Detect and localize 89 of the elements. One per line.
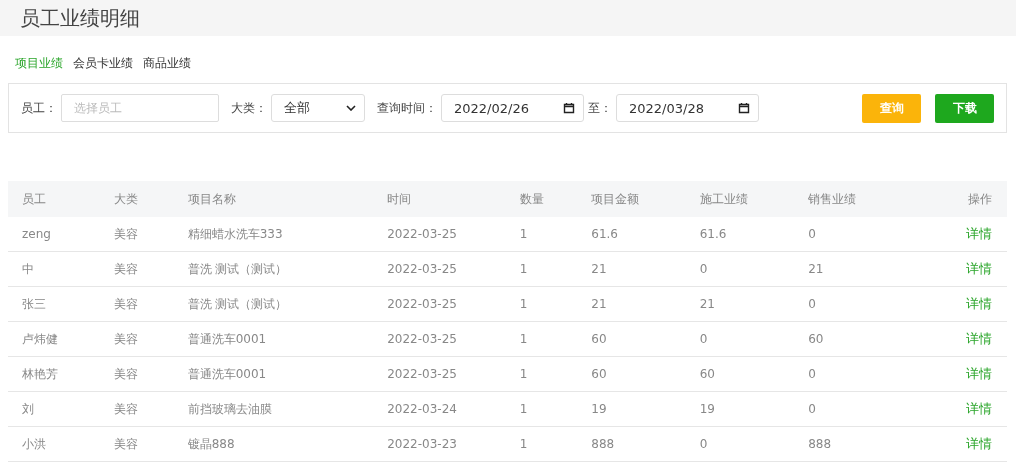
table-cell: 美容 [99, 321, 174, 357]
table-cell: 60 [577, 356, 686, 392]
table-cell: 2022-03-25 [373, 356, 506, 392]
table-cell: 1 [505, 217, 578, 252]
table-cell: 19 [577, 391, 686, 427]
calendar-icon[interactable] [563, 102, 575, 114]
table-cell: 美容 [99, 356, 174, 392]
table-cell: 60 [685, 356, 795, 392]
field-label: 员工： [21, 99, 57, 117]
table-cell: 0 [794, 217, 916, 252]
page-title: 员工业绩明细 [20, 4, 140, 32]
query-button[interactable]: 查询 [862, 93, 921, 123]
chevron-down-icon [346, 105, 356, 111]
column-header: 施工业绩 [685, 181, 795, 217]
table-cell: 美容 [99, 217, 174, 252]
table-cell: 林艳芳 [8, 356, 100, 392]
table-cell: 1 [505, 286, 578, 322]
table-cell: 小洪 [8, 426, 100, 462]
table-cell: 普通洗车0001 [173, 356, 374, 392]
table-cell: 0 [685, 321, 795, 357]
table-cell: 普洗 测试（测试） [173, 251, 374, 287]
table-cell: 0 [685, 426, 795, 462]
table-cell: 2022-03-23 [373, 426, 506, 462]
date-field[interactable]: 2022/02/26 [441, 94, 584, 122]
table-cell: 888 [794, 426, 916, 462]
table-cell: 2022-03-25 [373, 321, 506, 357]
table-cell: 1 [505, 426, 578, 462]
table-cell: 美容 [99, 286, 174, 322]
table-cell: 美容 [99, 251, 174, 287]
table-cell: 888 [577, 426, 686, 462]
tab[interactable]: 会员卡业绩 [73, 55, 133, 75]
column-header: 操作 [915, 181, 1007, 217]
table-cell: 0 [685, 251, 795, 287]
table-cell: 中 [8, 251, 100, 287]
field-label: 至： [588, 99, 612, 117]
details-link[interactable]: 详情 [966, 436, 992, 451]
table-cell: 普洗 测试（测试） [173, 286, 374, 322]
table-cell: 61.6 [685, 217, 795, 252]
column-header: 数量 [505, 181, 578, 217]
tab[interactable]: 商品业绩 [143, 55, 191, 75]
table-cell: 21 [577, 286, 686, 322]
table-cell: 精细蜡水洗车333 [173, 217, 374, 252]
field-label: 查询时间： [377, 99, 437, 117]
table-cell: 60 [577, 321, 686, 357]
table-cell: 21 [685, 286, 795, 322]
column-header: 项目金额 [577, 181, 686, 217]
details-link[interactable]: 详情 [966, 401, 992, 416]
table-cell: 19 [685, 391, 795, 427]
table-cell: 卢炜健 [8, 321, 100, 357]
column-header: 时间 [373, 181, 506, 217]
table-cell: 21 [794, 251, 916, 287]
field-label: 大类： [231, 99, 267, 117]
details-link[interactable]: 详情 [966, 331, 992, 346]
table-cell: 2022-03-25 [373, 217, 506, 252]
download-button[interactable]: 下载 [935, 93, 994, 123]
table-cell: 刘 [8, 391, 100, 427]
column-header: 员工 [8, 181, 100, 217]
table-cell: 美容 [99, 426, 174, 462]
details-link[interactable]: 详情 [966, 366, 992, 381]
table-cell: 2022-03-25 [373, 251, 506, 287]
column-header: 销售业绩 [794, 181, 916, 217]
table-cell: 前挡玻璃去油膜 [173, 391, 374, 427]
table-cell: 1 [505, 251, 578, 287]
column-header: 大类 [99, 181, 174, 217]
table-cell: 张三 [8, 286, 100, 322]
tab[interactable]: 项目业绩 [15, 55, 63, 75]
table-cell: 普通洗车0001 [173, 321, 374, 357]
table-cell: 1 [505, 356, 578, 392]
category-select[interactable]: 全部 [271, 94, 365, 122]
date-field[interactable]: 2022/03/28 [616, 94, 759, 122]
employee-field[interactable]: 选择员工 [61, 94, 219, 122]
table-cell: 美容 [99, 391, 174, 427]
details-link[interactable]: 详情 [966, 226, 992, 241]
table-cell: 1 [505, 391, 578, 427]
table-cell: 2022-03-24 [373, 391, 506, 427]
table-cell: 0 [794, 391, 916, 427]
table-cell: 0 [794, 286, 916, 322]
table-cell: zeng [8, 217, 100, 252]
calendar-icon[interactable] [738, 102, 750, 114]
table-cell: 2022-03-25 [373, 286, 506, 322]
table-cell: 60 [794, 321, 916, 357]
table-cell: 61.6 [577, 217, 686, 252]
details-link[interactable]: 详情 [966, 261, 992, 276]
details-link[interactable]: 详情 [966, 296, 992, 311]
table-cell: 1 [505, 321, 578, 357]
table-cell: 21 [577, 251, 686, 287]
column-header: 项目名称 [173, 181, 374, 217]
table-cell: 镀晶888 [173, 426, 374, 462]
table-cell: 0 [794, 356, 916, 392]
